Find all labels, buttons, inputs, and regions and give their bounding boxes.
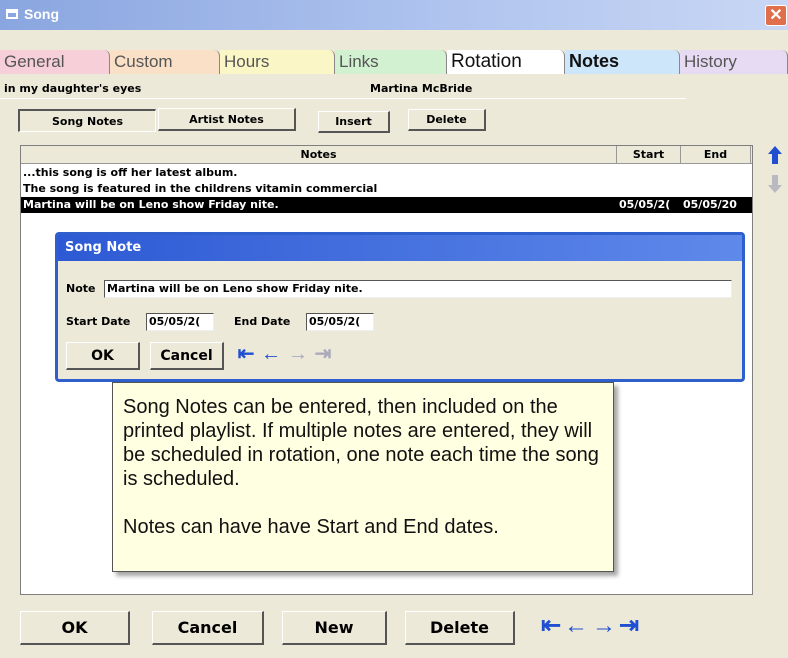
tab-label: Custom [114,52,173,71]
tab-custom[interactable]: Custom [110,50,220,74]
grid-header: Notes Start End [21,146,752,164]
table-row[interactable]: ...this song is off her latest album. [21,165,752,181]
insert-button[interactable]: Insert [318,111,390,133]
dialog-title[interactable]: Song Note [58,235,742,261]
tab-hours[interactable]: Hours [220,50,335,74]
note-cell: The song is featured in the childrens vi… [23,182,378,195]
note-label: Note [66,282,96,295]
tooltip-paragraph: Notes can have have Start and End dates. [123,516,499,538]
end-date-label: End Date [234,315,291,328]
ok-button[interactable]: OK [20,611,130,645]
tab-label: Links [339,52,379,71]
column-header-notes[interactable]: Notes [21,146,617,164]
last-record-icon[interactable]: ⇥ [617,614,641,640]
artist-notes-button[interactable]: Artist Notes [158,108,296,131]
tab-label: Rotation [451,51,522,72]
next-record-icon[interactable]: → [592,614,616,640]
window-icon [6,9,18,19]
tab-bar: General Custom Hours Links Rotation Note… [0,50,788,74]
last-record-icon[interactable]: ⇥ [311,342,335,368]
song-title: in my daughter's eyes [4,82,142,95]
tab-label: General [4,52,65,71]
close-button[interactable]: ✕ [765,5,787,26]
end-cell: 05/05/20 [683,198,737,211]
note-field[interactable]: Martina will be on Leno show Friday nite… [104,280,732,298]
cancel-button[interactable]: Cancel [152,611,264,645]
tab-label: Hours [224,52,270,71]
arrow-down-icon[interactable] [766,174,784,194]
note-cell: Martina will be on Leno show Friday nite… [23,198,279,211]
dialog-cancel-button[interactable]: Cancel [150,342,224,370]
new-button[interactable]: New [282,611,387,645]
next-record-icon[interactable]: → [286,342,310,368]
end-date-field[interactable]: 05/05/2( [306,313,374,331]
note-cell: ...this song is off her latest album. [23,166,238,179]
table-row-selected[interactable]: Martina will be on Leno show Friday nite… [21,197,752,213]
delete-button[interactable]: Delete [405,611,515,645]
start-date-field[interactable]: 05/05/2( [146,313,214,331]
divider [0,98,686,99]
tab-label: Notes [569,51,620,71]
column-header-start[interactable]: Start [617,146,681,164]
tab-history[interactable]: History [680,50,788,74]
previous-record-icon[interactable]: ← [259,342,283,368]
tab-rotation[interactable]: Rotation [447,50,565,74]
window-title: Song [24,6,59,22]
tab-notes[interactable]: Notes [565,50,680,74]
tab-label: History [684,52,737,71]
previous-record-icon[interactable]: ← [564,614,588,640]
song-notes-button[interactable]: Song Notes [18,109,156,132]
help-tooltip: Song Notes can be entered, then included… [112,382,614,572]
arrow-up-icon[interactable] [766,145,784,165]
first-record-icon[interactable]: ⇤ [539,614,563,640]
start-cell: 05/05/2( [619,198,671,211]
song-note-dialog: Song Note Note Martina will be on Leno s… [55,232,745,382]
table-row[interactable]: The song is featured in the childrens vi… [21,181,752,197]
start-date-label: Start Date [66,315,131,328]
song-artist: Martina McBride [370,82,473,95]
tab-links[interactable]: Links [335,50,447,74]
dialog-ok-button[interactable]: OK [66,342,140,370]
delete-note-button[interactable]: Delete [408,109,486,131]
tab-general[interactable]: General [0,50,110,74]
window-title-bar[interactable]: Song [0,0,788,30]
column-header-end[interactable]: End [681,146,751,164]
tooltip-paragraph: Song Notes can be entered, then included… [123,396,599,490]
first-record-icon[interactable]: ⇤ [234,342,258,368]
